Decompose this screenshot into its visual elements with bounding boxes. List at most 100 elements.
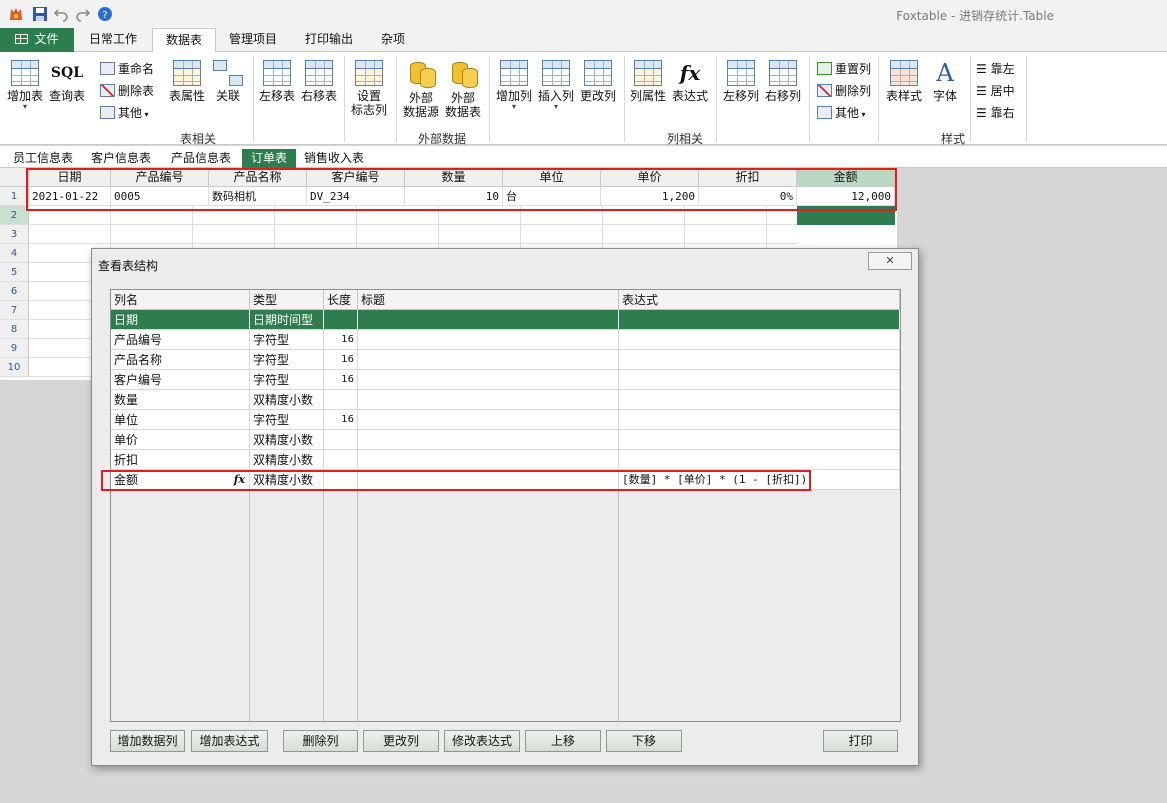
grid-cell-type[interactable]: 字符型 bbox=[250, 330, 324, 350]
tab-data-table[interactable]: 数据表 bbox=[152, 28, 216, 53]
grid-cell-expression[interactable] bbox=[619, 430, 900, 450]
close-button[interactable]: ✕ bbox=[868, 252, 912, 270]
print-button[interactable]: 打印 bbox=[823, 730, 898, 752]
grid-cell-expression[interactable] bbox=[619, 390, 900, 410]
grid-cell-name[interactable]: 单位 bbox=[111, 410, 250, 430]
delete-column-button[interactable]: 删除列 bbox=[817, 81, 871, 101]
sheet-tab-orders[interactable]: 订单表 bbox=[242, 149, 296, 168]
grid-cell-name[interactable]: 产品编号 bbox=[111, 330, 250, 350]
corner-cell[interactable] bbox=[0, 168, 29, 187]
grid-cell-caption[interactable] bbox=[358, 430, 619, 450]
help-icon[interactable]: ? bbox=[97, 6, 113, 22]
table-style-button[interactable]: 表样式 bbox=[883, 60, 925, 103]
undo-icon[interactable] bbox=[53, 6, 69, 22]
app-logo-icon[interactable] bbox=[8, 6, 24, 22]
row-number[interactable]: 3 bbox=[0, 225, 29, 244]
column-other-button[interactable]: 其他 ▾ bbox=[817, 103, 866, 123]
align-right-button[interactable]: ☰ 靠右 bbox=[976, 103, 1015, 123]
grid-header[interactable]: 长度 bbox=[324, 290, 358, 310]
grid-cell-expression[interactable] bbox=[619, 410, 900, 430]
grid-cell-length[interactable]: 16 bbox=[324, 350, 358, 370]
external-source-button[interactable]: 外部 数据源 bbox=[400, 60, 442, 119]
rename-button[interactable]: 重命名 bbox=[100, 59, 154, 79]
row-number[interactable]: 5 bbox=[0, 263, 29, 282]
query-table-button[interactable]: SQL 查询表 bbox=[46, 60, 88, 103]
structure-grid[interactable]: 列名 类型 长度 标题 表达式 日期 日期时间型 产品编号 字符型 16 产品名… bbox=[101, 289, 901, 722]
move-column-right-button[interactable]: 右移列 bbox=[762, 60, 804, 103]
row-number[interactable]: 4 bbox=[0, 244, 29, 263]
grid-cell-length[interactable]: 16 bbox=[324, 330, 358, 350]
grid-cell-length[interactable] bbox=[324, 450, 358, 470]
row-number[interactable]: 2 bbox=[0, 206, 29, 225]
add-table-button[interactable]: 增加表 ▾ bbox=[4, 60, 46, 111]
add-data-column-button[interactable]: 增加数据列 bbox=[110, 730, 185, 752]
grid-cell-name[interactable]: 数量 bbox=[111, 390, 250, 410]
sheet-tab-sales-income[interactable]: 销售收入表 bbox=[298, 149, 370, 168]
grid-header[interactable]: 标题 bbox=[358, 290, 619, 310]
grid-cell-name[interactable]: 日期 bbox=[111, 310, 250, 330]
grid-cell-expression[interactable] bbox=[619, 450, 900, 470]
delete-table-button[interactable]: 删除表 bbox=[100, 81, 154, 101]
tab-daily-work[interactable]: 日常工作 bbox=[76, 28, 150, 52]
row-number[interactable]: 9 bbox=[0, 339, 29, 358]
grid-cell-expression[interactable] bbox=[619, 350, 900, 370]
grid-cell-type[interactable]: 双精度小数 bbox=[250, 390, 324, 410]
grid-cell-type[interactable]: 双精度小数 bbox=[250, 430, 324, 450]
grid-cell-caption[interactable] bbox=[358, 350, 619, 370]
row-number[interactable]: 6 bbox=[0, 282, 29, 301]
move-down-button[interactable]: 下移 bbox=[606, 730, 682, 752]
move-table-right-button[interactable]: 右移表 bbox=[298, 60, 340, 103]
modify-column-button[interactable]: 更改列 bbox=[577, 60, 619, 103]
grid-header[interactable]: 类型 bbox=[250, 290, 324, 310]
set-flag-column-button[interactable]: 设置 标志列 bbox=[348, 60, 390, 117]
grid-cell-name[interactable]: 折扣 bbox=[111, 450, 250, 470]
grid-header[interactable]: 表达式 bbox=[619, 290, 900, 310]
grid-cell-length[interactable] bbox=[324, 310, 358, 330]
expression-button[interactable]: fx 表达式 bbox=[669, 60, 711, 103]
grid-cell-type[interactable]: 日期时间型 bbox=[250, 310, 324, 330]
grid-cell-length[interactable] bbox=[324, 390, 358, 410]
add-expression-column-button[interactable]: 增加表达式 bbox=[191, 730, 268, 752]
move-column-left-button[interactable]: 左移列 bbox=[720, 60, 762, 103]
font-button[interactable]: A 字体 bbox=[925, 60, 965, 103]
grid-cell-type[interactable]: 字符型 bbox=[250, 350, 324, 370]
add-column-button[interactable]: 增加列 ▾ bbox=[493, 60, 535, 111]
grid-cell-type[interactable]: 字符型 bbox=[250, 410, 324, 430]
grid-cell-expression[interactable] bbox=[619, 310, 900, 330]
grid-cell-caption[interactable] bbox=[358, 410, 619, 430]
grid-cell-length[interactable]: 16 bbox=[324, 370, 358, 390]
grid-cell-length[interactable]: 16 bbox=[324, 410, 358, 430]
table-properties-button[interactable]: 表属性 bbox=[166, 60, 208, 103]
row-number[interactable]: 7 bbox=[0, 301, 29, 320]
grid-cell-caption[interactable] bbox=[358, 370, 619, 390]
grid-cell-caption[interactable] bbox=[358, 390, 619, 410]
grid-cell-expression[interactable] bbox=[619, 330, 900, 350]
grid-cell-name[interactable]: 客户编号 bbox=[111, 370, 250, 390]
grid-cell-type[interactable]: 字符型 bbox=[250, 370, 324, 390]
external-table-button[interactable]: 外部 数据表 bbox=[442, 60, 484, 119]
grid-cell-expression[interactable] bbox=[619, 370, 900, 390]
sheet-tab-product[interactable]: 产品信息表 bbox=[164, 149, 238, 168]
grid-cell-type[interactable]: 双精度小数 bbox=[250, 450, 324, 470]
grid-header[interactable]: 列名 bbox=[111, 290, 250, 310]
row-number[interactable]: 8 bbox=[0, 320, 29, 339]
row-number[interactable]: 1 bbox=[0, 187, 29, 206]
grid-cell-caption[interactable] bbox=[358, 310, 619, 330]
grid-cell-caption[interactable] bbox=[358, 330, 619, 350]
align-left-button[interactable]: ☰ 靠左 bbox=[976, 59, 1015, 79]
grid-cell-name[interactable]: 产品名称 bbox=[111, 350, 250, 370]
insert-column-button[interactable]: 插入列 ▾ bbox=[535, 60, 577, 111]
tab-file[interactable]: 文件 bbox=[0, 28, 74, 52]
redo-icon[interactable] bbox=[75, 6, 91, 22]
relation-button[interactable]: 关联 bbox=[208, 60, 248, 103]
tab-misc[interactable]: 杂项 bbox=[366, 28, 420, 52]
move-table-left-button[interactable]: 左移表 bbox=[256, 60, 298, 103]
save-icon[interactable] bbox=[32, 6, 48, 22]
modify-column-button[interactable]: 更改列 bbox=[363, 730, 439, 752]
grid-cell-caption[interactable] bbox=[358, 450, 619, 470]
grid-cell-name[interactable]: 单价 bbox=[111, 430, 250, 450]
delete-column-button[interactable]: 删除列 bbox=[283, 730, 358, 752]
column-properties-button[interactable]: 列属性 bbox=[627, 60, 669, 103]
grid-cell-length[interactable] bbox=[324, 430, 358, 450]
table-other-button[interactable]: 其他 ▾ bbox=[100, 103, 149, 123]
